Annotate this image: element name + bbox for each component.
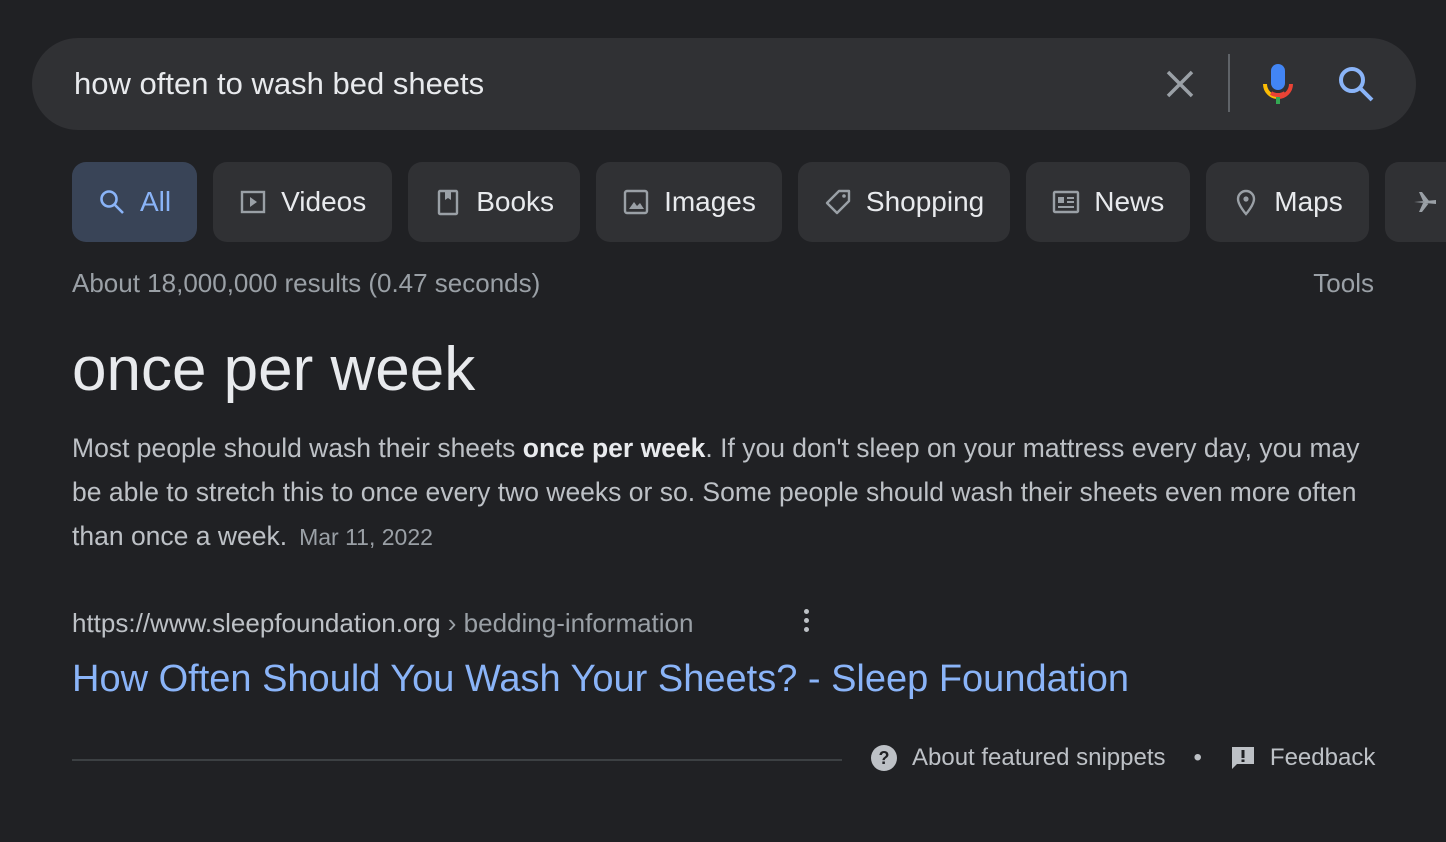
tab-label: Books: [476, 186, 555, 217]
book-icon: [438, 189, 459, 216]
search-icon: [1339, 67, 1374, 102]
about-featured-snippets-link[interactable]: About featured snippets: [912, 744, 1166, 772]
search-tabs: All Videos Books Images Shopping News Ma…: [72, 162, 1446, 242]
tab-shopping[interactable]: Shopping: [797, 162, 1011, 242]
result-title-link[interactable]: How Often Should You Wash Your Sheets? -…: [72, 658, 1129, 701]
tab-label: Maps: [1274, 186, 1343, 217]
search-input[interactable]: [74, 60, 1134, 108]
search-icon: [100, 190, 124, 214]
svg-text:?: ?: [879, 748, 890, 768]
tag-icon: [825, 189, 851, 215]
tab-images[interactable]: Images: [596, 162, 782, 242]
tab-label: All: [140, 186, 172, 217]
snippet-text-part: Most people should wash their sheets: [72, 433, 523, 463]
tab-all[interactable]: All: [72, 162, 198, 242]
search-button[interactable]: [1334, 62, 1378, 106]
newspaper-icon: [1053, 190, 1080, 214]
map-pin-icon: [1237, 189, 1256, 216]
tab-flights[interactable]: [1384, 162, 1446, 242]
airplane-icon: [1413, 192, 1436, 212]
voice-search-button[interactable]: [1256, 62, 1300, 106]
more-options-button[interactable]: [794, 604, 818, 636]
dot: [803, 617, 809, 623]
url-domain: https://www.sleepfoundation.org: [72, 608, 441, 638]
clear-button[interactable]: [1158, 62, 1202, 106]
play-icon: [240, 190, 266, 214]
feedback-icon: [1231, 747, 1254, 769]
snippet-text: Most people should wash their sheets onc…: [72, 426, 1372, 559]
tools-button[interactable]: Tools: [1313, 268, 1374, 299]
tab-maps[interactable]: Maps: [1206, 162, 1369, 242]
help-icon: ?: [871, 745, 897, 771]
featured-answer: once per week: [72, 335, 476, 404]
image-icon: [623, 189, 649, 215]
tab-news[interactable]: News: [1026, 162, 1191, 242]
tab-label: Images: [664, 186, 756, 217]
divider: [72, 759, 842, 761]
tab-label: News: [1094, 186, 1165, 217]
close-icon: [1166, 70, 1194, 98]
search-bar: [32, 38, 1416, 130]
tab-label: Videos: [281, 186, 367, 217]
snippet-date: Mar 11, 2022: [299, 524, 433, 550]
tab-label: Shopping: [865, 186, 985, 217]
divider: [1228, 54, 1230, 112]
snippet-bold: once per week: [522, 433, 706, 463]
feedback-link[interactable]: Feedback: [1270, 744, 1375, 772]
microphone-icon: [1263, 64, 1293, 104]
separator: •: [1193, 744, 1202, 771]
result-url[interactable]: https://www.sleepfoundation.org › beddin…: [72, 608, 693, 639]
dot: [803, 626, 809, 632]
tab-books[interactable]: Books: [408, 162, 581, 242]
result-stats: About 18,000,000 results (0.47 seconds): [72, 268, 541, 298]
dot: [803, 608, 809, 614]
tab-videos[interactable]: Videos: [213, 162, 393, 242]
snippet-footer: ? About featured snippets • Feedback: [870, 744, 1375, 772]
url-path: › bedding-information: [440, 608, 694, 638]
